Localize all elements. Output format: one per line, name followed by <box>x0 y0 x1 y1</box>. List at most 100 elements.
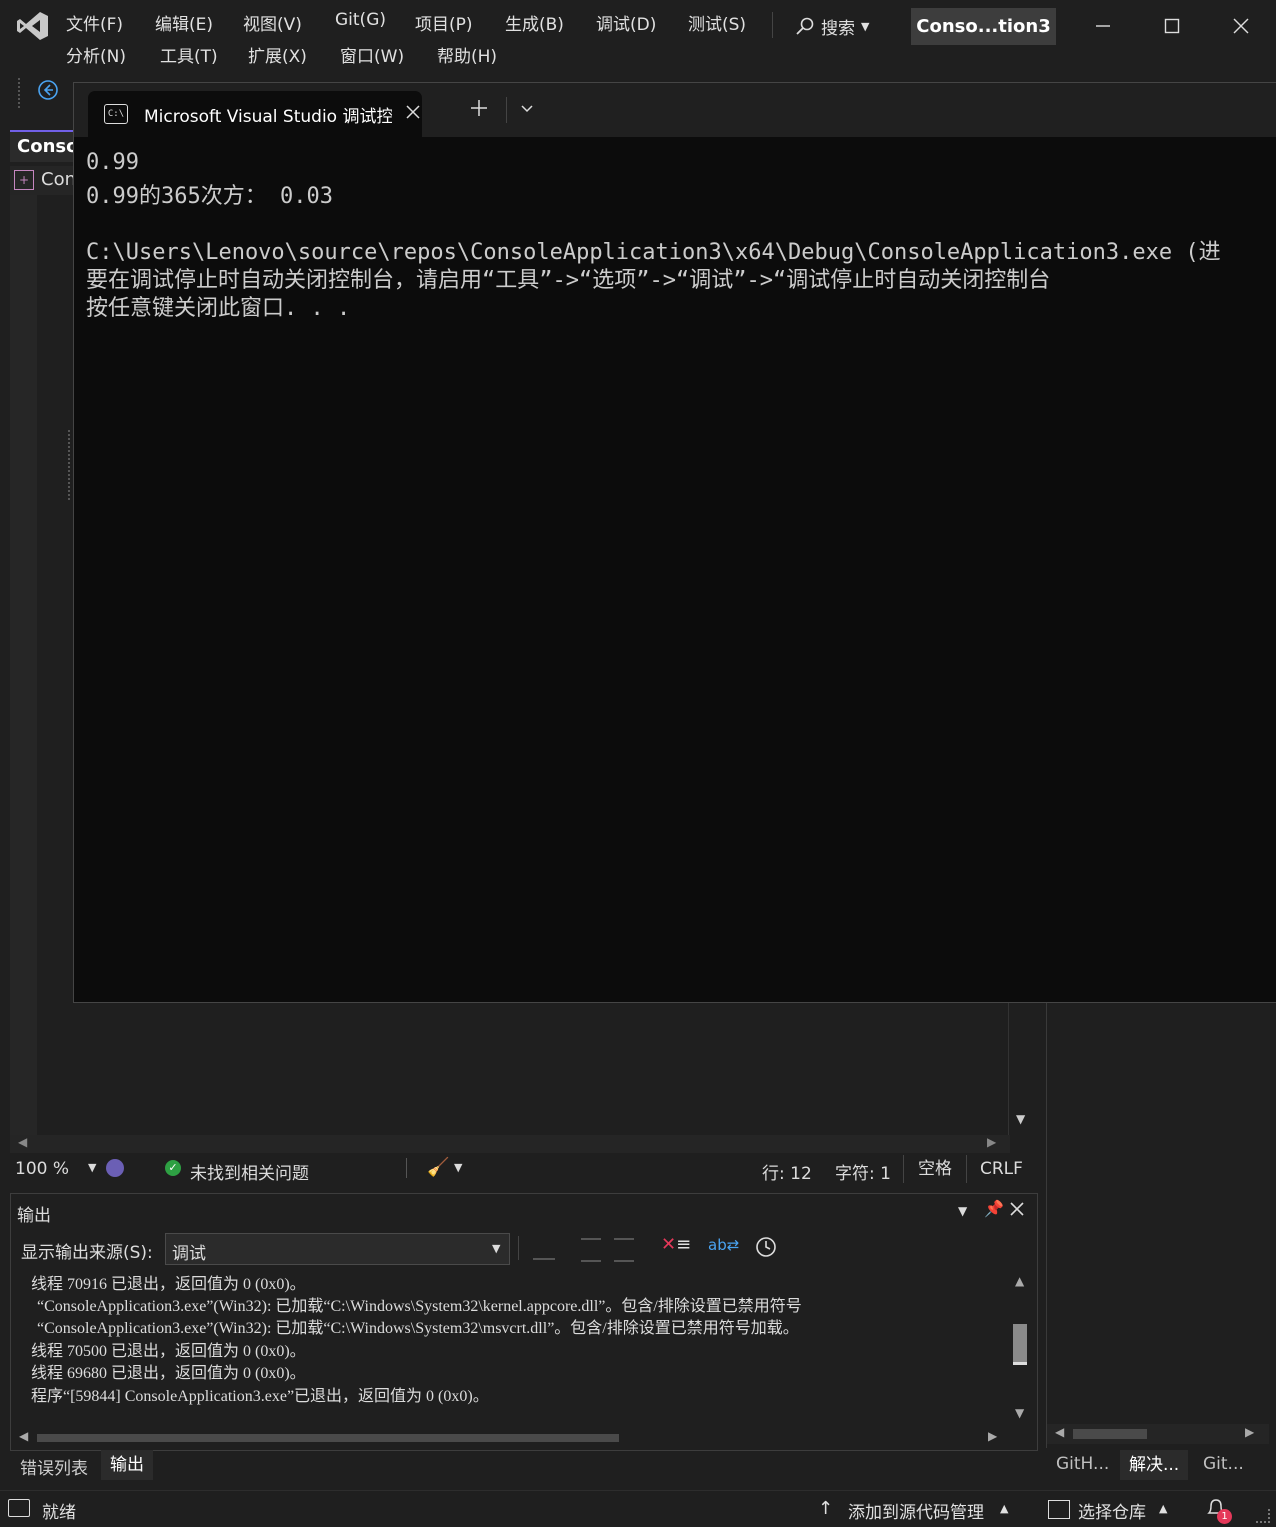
scroll-right-icon[interactable]: ▶ <box>1245 1425 1254 1439</box>
tab-git-changes[interactable]: Git... <box>1203 1454 1244 1474</box>
scroll-thumb[interactable] <box>1073 1429 1147 1439</box>
console-output[interactable]: 0.99 0.99的365次方： 0.03 C:\Users\Lenovo\so… <box>74 137 1276 1002</box>
clear-all-icon[interactable]: ✕≡ <box>661 1234 691 1255</box>
scroll-right-icon[interactable]: ▶ <box>987 1135 996 1149</box>
menu-test[interactable]: 测试(S) <box>688 10 746 35</box>
editor-gutter <box>10 195 37 1135</box>
cleanup-dropdown-icon[interactable]: ▼ <box>454 1161 462 1174</box>
output-source-label: 显示输出来源(S): <box>21 1243 153 1263</box>
scroll-thumb[interactable] <box>1013 1324 1027 1365</box>
chevron-up-icon[interactable]: ▲ <box>1159 1502 1167 1515</box>
scroll-thumb[interactable] <box>37 1434 619 1442</box>
tab-error-list[interactable]: 错误列表 <box>20 1454 88 1479</box>
new-tab-button[interactable] <box>470 99 488 122</box>
scroll-down-icon[interactable]: ▼ <box>1015 1406 1024 1420</box>
terminal-icon: C:\ <box>104 104 128 124</box>
menu-view[interactable]: 视图(V) <box>243 10 302 35</box>
menu-edit[interactable]: 编辑(E) <box>155 10 213 35</box>
output-window-icon[interactable] <box>8 1499 30 1517</box>
maximize-button[interactable] <box>1152 10 1192 42</box>
next-message-icon[interactable] <box>614 1238 634 1262</box>
tab-dropdown-button[interactable] <box>520 101 534 121</box>
line-ending[interactable]: CRLF <box>980 1159 1023 1179</box>
scroll-left-icon[interactable]: ◀ <box>1055 1425 1064 1439</box>
tab-solution-explorer[interactable]: 解决... <box>1120 1450 1189 1480</box>
zoom-dropdown-icon[interactable]: ▼ <box>88 1161 96 1174</box>
whitespace-mode[interactable]: 空格 <box>903 1155 967 1183</box>
right-panel-scrollbar[interactable]: ◀ ▶ <box>1047 1424 1269 1444</box>
console-tab-title: Microsoft Visual Studio 调试控 <box>144 106 392 127</box>
panel-options-icon[interactable]: ▼ <box>958 1204 967 1218</box>
select-repository[interactable]: 选择仓库 <box>1078 1498 1146 1523</box>
word-wrap-icon[interactable]: ab⇄ <box>708 1236 739 1254</box>
menu-debug[interactable]: 调试(D) <box>596 10 656 35</box>
close-panel-button[interactable] <box>1010 1201 1024 1221</box>
arrow-up-icon[interactable]: ↑ <box>818 1498 833 1519</box>
menu-divider <box>772 12 773 38</box>
status-bar: 就绪 ↑ 添加到源代码管理 ▲ 选择仓库 ▲ 1 <box>0 1490 1276 1527</box>
output-panel: 输出 ▼ 📌 显示输出来源(S): 调试 ▼ ✕≡ ab⇄ 线程 70916 已… <box>10 1193 1038 1451</box>
navigate-back-button[interactable] <box>37 79 59 106</box>
scroll-left-icon[interactable]: ◀ <box>18 1135 27 1149</box>
scroll-right-icon[interactable]: ▶ <box>988 1429 997 1443</box>
menu-analyze[interactable]: 分析(N) <box>66 42 126 67</box>
scroll-left-icon[interactable]: ◀ <box>19 1429 28 1443</box>
issues-status[interactable]: 未找到相关问题 <box>190 1159 309 1184</box>
tab-output[interactable]: 输出 <box>101 1450 153 1480</box>
project-icon: + <box>14 170 34 190</box>
menu-window[interactable]: 窗口(W) <box>340 42 404 67</box>
resize-grip[interactable] <box>1256 1509 1270 1523</box>
close-tab-button[interactable] <box>406 104 420 124</box>
menu-build[interactable]: 生成(B) <box>505 10 564 35</box>
output-vertical-scrollbar[interactable]: ▲ ▼ <box>1009 1274 1033 1424</box>
add-to-source-control[interactable]: 添加到源代码管理 <box>848 1498 984 1523</box>
scroll-down-icon[interactable]: ▼ <box>1016 1112 1025 1126</box>
bottom-tab-strip: 错误列表 输出 GitH... 解决... Git... <box>10 1450 1276 1482</box>
tab-github[interactable]: GitH... <box>1056 1454 1109 1474</box>
chevron-down-icon: ▼ <box>861 19 870 33</box>
chevron-up-icon[interactable]: ▲ <box>1000 1502 1008 1515</box>
close-icon <box>406 105 420 119</box>
code-cleanup-icon[interactable]: 🧹 <box>427 1157 449 1178</box>
search-button[interactable]: 搜索 ▼ <box>795 10 869 42</box>
check-circle-icon: ✓ <box>165 1160 181 1176</box>
toolbar-grip[interactable] <box>18 78 26 108</box>
intellicode-icon[interactable] <box>106 1159 124 1177</box>
zoom-level[interactable]: 100 % <box>15 1159 69 1179</box>
output-horizontal-scrollbar[interactable]: ◀ ▶ <box>11 1429 1007 1447</box>
editor-tab[interactable]: Conso <box>10 130 78 162</box>
debug-console-window[interactable]: C:\ Microsoft Visual Studio 调试控 0.99 0.9… <box>73 82 1276 1003</box>
menu-project[interactable]: 项目(P) <box>415 10 473 35</box>
visual-studio-logo-icon[interactable] <box>16 10 50 42</box>
editor-nav-bar[interactable]: + Con <box>10 166 76 196</box>
char-number[interactable]: 字符: 1 <box>835 1159 891 1184</box>
output-panel-title: 输出 <box>17 1206 51 1226</box>
scroll-up-icon[interactable]: ▲ <box>1015 1274 1024 1288</box>
output-line: 线程 70500 已退出，返回值为 0 (0x0)。 <box>31 1343 306 1360</box>
menu-git[interactable]: Git(G) <box>335 10 386 30</box>
title-bar: 文件(F) 编辑(E) 视图(V) Git(G) 项目(P) 生成(B) 调试(… <box>0 0 1276 74</box>
editor-vertical-scrollbar[interactable]: ▼ <box>1008 1000 1037 1135</box>
chevron-down-icon: ▼ <box>492 1242 501 1255</box>
console-tab[interactable]: C:\ Microsoft Visual Studio 调试控 <box>88 91 422 137</box>
pin-icon[interactable]: 📌 <box>984 1199 1004 1218</box>
menu-help[interactable]: 帮助(H) <box>437 42 497 67</box>
clock-icon[interactable] <box>755 1236 777 1263</box>
line-number[interactable]: 行: 12 <box>762 1159 812 1184</box>
editor-tab-label: Conso <box>17 136 79 157</box>
minimize-button[interactable] <box>1083 10 1123 42</box>
close-icon <box>1233 18 1249 34</box>
menu-extensions[interactable]: 扩展(X) <box>248 42 307 67</box>
menu-tools[interactable]: 工具(T) <box>160 42 218 67</box>
output-text[interactable]: 线程 70916 已退出，返回值为 0 (0x0)。 “ConsoleAppli… <box>11 1268 1007 1423</box>
output-source-select[interactable]: 调试 ▼ <box>165 1233 510 1265</box>
editor-horizontal-scrollbar[interactable]: ◀ ▶ <box>10 1135 1010 1153</box>
go-to-line-icon[interactable] <box>533 1238 555 1260</box>
menu-file[interactable]: 文件(F) <box>66 10 123 35</box>
repository-icon[interactable] <box>1048 1500 1070 1519</box>
maximize-icon <box>1164 18 1180 34</box>
previous-message-icon[interactable] <box>581 1238 601 1262</box>
right-tool-panel: ◀ ▶ <box>1046 1000 1269 1448</box>
close-icon <box>1010 1202 1024 1216</box>
close-window-button[interactable] <box>1221 10 1261 42</box>
